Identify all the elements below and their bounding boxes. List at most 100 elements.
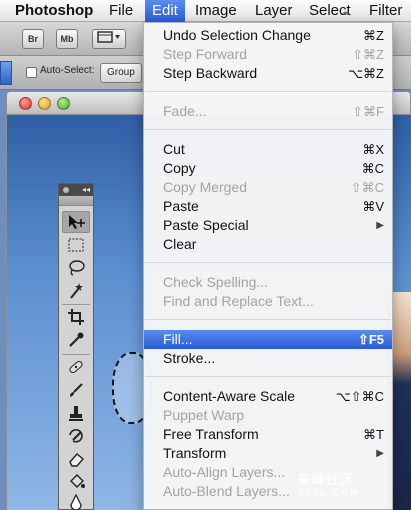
watermark-text: 朱峰社区 ZF3D.COM (298, 469, 360, 498)
eraser-icon (69, 453, 84, 467)
menu-item-cut[interactable]: Cut ⌘X (144, 140, 392, 159)
menu-item-label: Stroke... (163, 350, 216, 366)
minimize-icon[interactable] (38, 97, 51, 110)
menu-bar: Photoshop File Edit Image Layer Select F… (0, 0, 411, 22)
menu-item-shortcut: ⇧⌘F (352, 104, 384, 119)
menu-item-shortcut: ⌥⇧⌘C (335, 389, 384, 404)
edit-menu: Undo Selection Change ⌘Z Step Forward ⇧⌘… (143, 22, 393, 510)
tool-divider (62, 354, 90, 355)
paint-bucket-icon (70, 474, 85, 488)
menu-item-shortcut: ⌘T (363, 427, 384, 442)
menu-separator (145, 319, 391, 320)
menu-separator (145, 91, 391, 92)
menu-item-shortcut: ⇧⌘C (350, 180, 384, 195)
menu-item-step-forward: Step Forward ⇧⌘Z (144, 45, 392, 64)
view-extras-button[interactable] (92, 29, 126, 49)
mini-bridge-button[interactable]: Mb (56, 29, 78, 49)
menu-item-paste[interactable]: Paste ⌘V (144, 197, 392, 216)
menu-file[interactable]: File (102, 0, 140, 22)
eyedropper-icon (69, 332, 84, 347)
menu-item-fill[interactable]: Fill... ⇧F5 (144, 330, 392, 349)
marquee-tool[interactable] (62, 234, 90, 256)
healing-brush-tool[interactable] (62, 356, 90, 378)
menu-item-label: Content-Aware Scale (163, 388, 296, 404)
menu-item-shortcut: ⌘X (362, 142, 384, 157)
blur-icon (70, 494, 82, 510)
menu-item-copy[interactable]: Copy ⌘C (144, 159, 392, 178)
menu-filter[interactable]: Filter (362, 0, 409, 22)
menu-item-shortcut: ⌥⌘Z (348, 66, 384, 81)
brush-tool[interactable] (62, 379, 90, 401)
auto-select-checkbox[interactable] (26, 67, 37, 78)
clone-stamp-icon (69, 406, 83, 421)
view-extras-icon (97, 31, 120, 43)
menu-item-label: Cut (163, 141, 185, 157)
menu-item-puppet-warp: Puppet Warp (144, 406, 392, 425)
crop-icon (68, 309, 84, 325)
menu-item-label: Fill... (163, 331, 193, 347)
brush-icon (70, 383, 83, 397)
menu-item-transform[interactable]: Transform ▶ (144, 444, 392, 463)
menu-item-label: Puppet Warp (163, 407, 245, 423)
zoom-icon[interactable] (57, 97, 70, 110)
magic-wand-tool[interactable] (62, 280, 90, 302)
menu-image[interactable]: Image (188, 0, 244, 22)
menu-item-label: Transform (163, 445, 227, 461)
close-icon[interactable] (19, 97, 32, 110)
lasso-tool[interactable] (62, 257, 90, 279)
history-brush-tool[interactable] (62, 425, 90, 447)
menu-item-label: Step Forward (163, 46, 248, 62)
eraser-tool[interactable] (62, 448, 90, 470)
watermark-site: ZF3D.COM (298, 488, 360, 498)
panel-collapse-icon[interactable]: ◂◂ (82, 185, 90, 194)
tool-preset-picker[interactable] (0, 61, 12, 85)
watermark-logo: ☁ (340, 7, 350, 18)
tools-panel: ◂◂ (58, 183, 94, 510)
menu-item-label: Step Backward (163, 65, 258, 81)
menu-separator (145, 262, 391, 263)
menu-layer[interactable]: Layer (248, 0, 300, 22)
clone-stamp-tool[interactable] (62, 402, 90, 424)
auto-select-dropdown[interactable]: Group (100, 63, 142, 83)
menu-separator (145, 129, 391, 130)
submenu-arrow-icon: ▶ (376, 448, 384, 459)
menu-item-label: Check Spelling... (163, 274, 269, 290)
move-tool[interactable] (62, 211, 90, 233)
menu-item-step-backward[interactable]: Step Backward ⌥⌘Z (144, 64, 392, 83)
menu-item-shortcut: ⌘V (362, 199, 384, 214)
menu-item-stroke[interactable]: Stroke... (144, 349, 392, 368)
paint-bucket-tool[interactable] (62, 471, 90, 493)
marquee-icon (68, 238, 84, 252)
tools-panel-grip[interactable] (59, 196, 93, 206)
menu-item-label: Undo Selection Change (163, 27, 311, 43)
menu-item-shortcut: ⇧⌘Z (352, 47, 384, 62)
menu-item-undo[interactable]: Undo Selection Change ⌘Z (144, 26, 392, 45)
menu-item-shortcut: ⌘C (361, 161, 384, 176)
menu-item-label: Copy (163, 160, 196, 176)
menu-separator (145, 376, 391, 377)
menu-item-label: Paste Special (163, 217, 249, 233)
blur-tool[interactable] (62, 491, 90, 510)
tools-panel-header: ◂◂ (59, 184, 93, 196)
crop-tool[interactable] (62, 306, 90, 328)
menu-item-label: Fade... (163, 103, 207, 119)
menu-item-label: Auto-Blend Layers... (163, 483, 290, 499)
eyedropper-tool[interactable] (62, 329, 90, 351)
menu-item-label: Paste (163, 198, 199, 214)
menu-item-free-transform[interactable]: Free Transform ⌘T (144, 425, 392, 444)
bridge-button[interactable]: Br (22, 29, 44, 49)
menu-item-paste-special[interactable]: Paste Special ▶ (144, 216, 392, 235)
menu-item-content-aware-scale[interactable]: Content-Aware Scale ⌥⇧⌘C (144, 387, 392, 406)
move-icon (69, 215, 85, 229)
menu-item-copy-merged: Copy Merged ⇧⌘C (144, 178, 392, 197)
panel-close-icon[interactable] (63, 187, 69, 193)
menu-item-label: Clear (163, 236, 197, 252)
menu-item-clear[interactable]: Clear (144, 235, 392, 254)
submenu-arrow-icon: ▶ (376, 220, 384, 231)
magic-wand-icon (70, 283, 83, 299)
healing-brush-icon (69, 360, 83, 374)
menu-item-fade: Fade... ⇧⌘F (144, 102, 392, 121)
menu-photoshop[interactable]: Photoshop (8, 0, 100, 22)
lasso-icon (69, 260, 85, 276)
menu-edit[interactable]: Edit (145, 0, 185, 22)
